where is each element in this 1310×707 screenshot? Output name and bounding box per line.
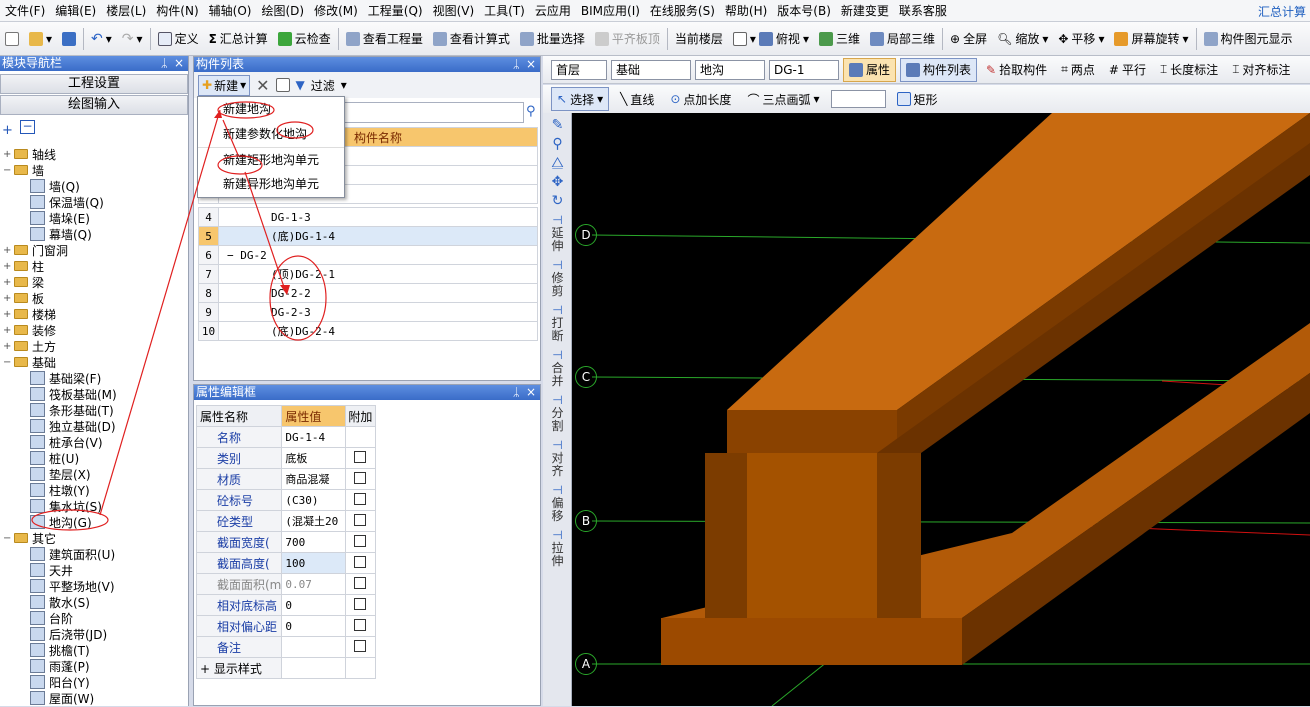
annotation-overlay	[31, 101, 327, 531]
